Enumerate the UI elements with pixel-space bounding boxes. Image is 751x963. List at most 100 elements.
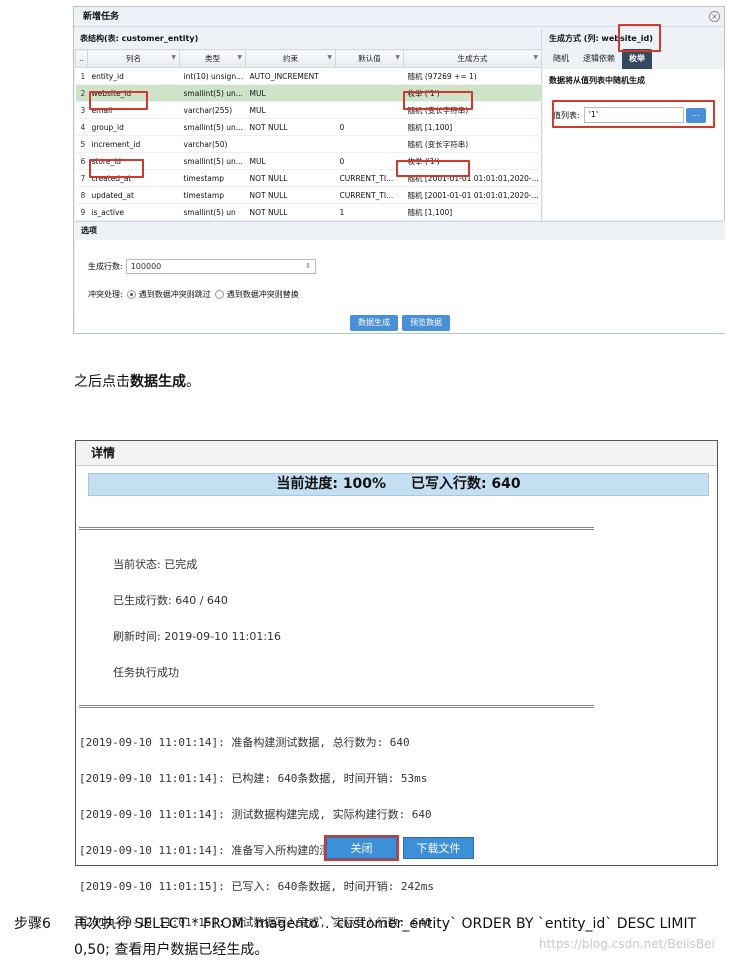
gen-method-cell[interactable]: 随机 [1,100]: [403, 203, 542, 221]
column-name-cell[interactable]: updated_at: [87, 186, 180, 204]
tab-logic-dependency[interactable]: 逻辑依赖: [576, 49, 622, 69]
table-row[interactable]: 3 email varchar(255) MUL 随机 (变长字符串): [75, 101, 542, 119]
column-name-cell[interactable]: entity_id: [87, 67, 180, 85]
column-name-cell[interactable]: is_active: [87, 203, 180, 221]
default-cell[interactable]: [335, 101, 404, 119]
default-cell[interactable]: CURRENT_TI...: [335, 169, 404, 187]
gen-method-pane: 生成方式 (列: website_id) 随机 逻辑依赖 枚举 数据将从值列表中…: [543, 24, 724, 220]
gen-method-cell[interactable]: 随机 [2001-01-01 01:01:01,2020-...: [403, 186, 542, 204]
default-cell[interactable]: [335, 84, 404, 102]
table-row[interactable]: 5 increment_id varchar(50) 随机 (变长字符串): [75, 135, 542, 153]
gen-method-cell[interactable]: 随机 (变长字符串): [403, 101, 542, 119]
gen-method-cell[interactable]: 随机 (变长字符串): [403, 135, 542, 153]
default-cell[interactable]: 0: [335, 152, 404, 170]
value-list-input[interactable]: '1': [583, 107, 684, 123]
details-title: 详情: [76, 441, 717, 466]
col-header-type[interactable]: 类型 ▼: [179, 49, 246, 68]
default-cell[interactable]: CURRENT_TI...: [335, 186, 404, 204]
instruction-bold: 数据生成: [130, 374, 186, 390]
constraint-cell[interactable]: NOT NULL: [245, 118, 336, 136]
log-line: [2019-09-10 11:01:14]: 测试数据构建完成, 实际构建行数:…: [79, 808, 432, 821]
conflict-label: 冲突处理:: [88, 290, 123, 299]
row-index[interactable]: 7: [75, 169, 88, 187]
type-cell[interactable]: smallint(5) un...: [179, 152, 246, 170]
column-name-cell[interactable]: website_id: [87, 84, 180, 102]
col-header-name[interactable]: 列名 ▼: [87, 49, 180, 68]
status-line: 任务执行成功: [113, 666, 179, 679]
tab-enum[interactable]: 枚举: [622, 49, 652, 69]
conflict-skip-label[interactable]: 遇到数据冲突则跳过: [139, 289, 211, 300]
gen-method-cell[interactable]: 随机 (97269 += 1): [403, 67, 542, 85]
default-cell[interactable]: 0: [335, 118, 404, 136]
type-cell[interactable]: smallint(5) un...: [179, 118, 246, 136]
row-index[interactable]: 8: [75, 186, 88, 204]
stepper-icon[interactable]: ⇕: [305, 260, 311, 273]
table-row[interactable]: 6 store_id smallint(5) un... MUL 0 枚举 ('1'): [75, 152, 542, 170]
gen-method-cell[interactable]: 随机 [1,100]: [403, 118, 542, 136]
col-header-gen[interactable]: 生成方式 ▼: [403, 49, 542, 68]
tab-random[interactable]: 随机: [546, 49, 576, 69]
default-cell[interactable]: [335, 67, 404, 85]
options-panel: 选项 生成行数: 100000 ⇕ 冲突处理: 遇到数据冲突则跳过 遇到数据冲突…: [75, 221, 725, 333]
gen-method-cell[interactable]: 枚举 ('1'): [403, 84, 542, 102]
column-name-cell[interactable]: increment_id: [87, 135, 180, 153]
constraint-cell[interactable]: NOT NULL: [245, 203, 336, 221]
column-name-cell[interactable]: group_id: [87, 118, 180, 136]
generate-data-button[interactable]: 数据生成: [350, 315, 398, 331]
dropdown-arrow-icon[interactable]: ▼: [533, 54, 538, 61]
value-list-browse-button[interactable]: ...: [685, 107, 706, 123]
row-index[interactable]: 4: [75, 118, 88, 136]
constraint-cell[interactable]: MUL: [245, 101, 336, 119]
type-cell[interactable]: smallint(5) un: [179, 203, 246, 221]
type-cell[interactable]: timestamp: [179, 186, 246, 204]
value-list-label: 值列表:: [553, 110, 580, 120]
default-cell[interactable]: [335, 135, 404, 153]
row-index[interactable]: 1: [75, 67, 88, 85]
column-name-cell[interactable]: email: [87, 101, 180, 119]
dropdown-arrow-icon[interactable]: ▼: [327, 54, 332, 61]
conflict-skip-radio[interactable]: [126, 290, 136, 299]
constraint-cell[interactable]: NOT NULL: [245, 186, 336, 204]
download-file-button[interactable]: 下载文件: [403, 837, 474, 859]
gen-method-cell[interactable]: 随机 [2001-01-01 01:01:01,2020-...: [403, 169, 542, 187]
table-row[interactable]: 8 updated_at timestamp NOT NULL CURRENT_TI..…: [75, 186, 542, 204]
row-index[interactable]: 5: [75, 135, 88, 153]
conflict-replace-radio[interactable]: [214, 290, 224, 299]
type-cell[interactable]: smallint(5) un...: [179, 84, 246, 102]
dropdown-arrow-icon[interactable]: ▼: [171, 54, 176, 61]
row-index[interactable]: 3: [75, 101, 88, 119]
gen-method-cell[interactable]: 枚举 ('1'): [403, 152, 542, 170]
column-name-cell[interactable]: created_at: [87, 169, 180, 187]
col-header-default[interactable]: 默认值 ▼: [335, 49, 404, 68]
table-row[interactable]: 4 group_id smallint(5) un... NOT NULL 0 随机 [1…: [75, 118, 542, 136]
constraint-cell[interactable]: [245, 135, 336, 153]
type-cell[interactable]: int(10) unsign...: [179, 67, 246, 85]
constraint-cell[interactable]: AUTO_INCREMENT: [245, 67, 336, 85]
dropdown-arrow-icon[interactable]: ▼: [237, 54, 242, 61]
rows-input[interactable]: 100000 ⇕: [125, 259, 316, 274]
rows-value: 100000: [130, 262, 162, 271]
row-index[interactable]: 2: [75, 84, 88, 102]
close-icon[interactable]: ×: [709, 11, 720, 22]
row-index[interactable]: 6: [75, 152, 88, 170]
rows-row: 生成行数: 100000 ⇕: [88, 259, 316, 274]
close-button[interactable]: 关闭: [326, 837, 397, 859]
col-header-index[interactable]: ..: [75, 49, 88, 68]
column-name-cell[interactable]: store_id: [87, 152, 180, 170]
col-header-constraint[interactable]: 约束 ▼: [245, 49, 336, 68]
constraint-cell[interactable]: MUL: [245, 84, 336, 102]
table-row[interactable]: 9 is_active smallint(5) un NOT NULL 1 随机 [1,1…: [75, 203, 542, 221]
constraint-cell[interactable]: NOT NULL: [245, 169, 336, 187]
table-row[interactable]: 1 entity_id int(10) unsign... AUTO_INCREMEN…: [75, 67, 542, 85]
default-cell[interactable]: 1: [335, 203, 404, 221]
conflict-replace-label[interactable]: 遇到数据冲突则替换: [227, 289, 299, 300]
constraint-cell[interactable]: MUL: [245, 152, 336, 170]
type-cell[interactable]: varchar(50): [179, 135, 246, 153]
preview-data-button[interactable]: 预览数据: [402, 315, 450, 331]
type-cell[interactable]: timestamp: [179, 169, 246, 187]
table-row[interactable]: 2 website_id smallint(5) un... MUL 枚举 ('1'): [75, 84, 542, 102]
dropdown-arrow-icon[interactable]: ▼: [395, 54, 400, 61]
table-row[interactable]: 7 created_at timestamp NOT NULL CURRENT_TI..…: [75, 169, 542, 187]
row-index[interactable]: 9: [75, 203, 88, 221]
type-cell[interactable]: varchar(255): [179, 101, 246, 119]
